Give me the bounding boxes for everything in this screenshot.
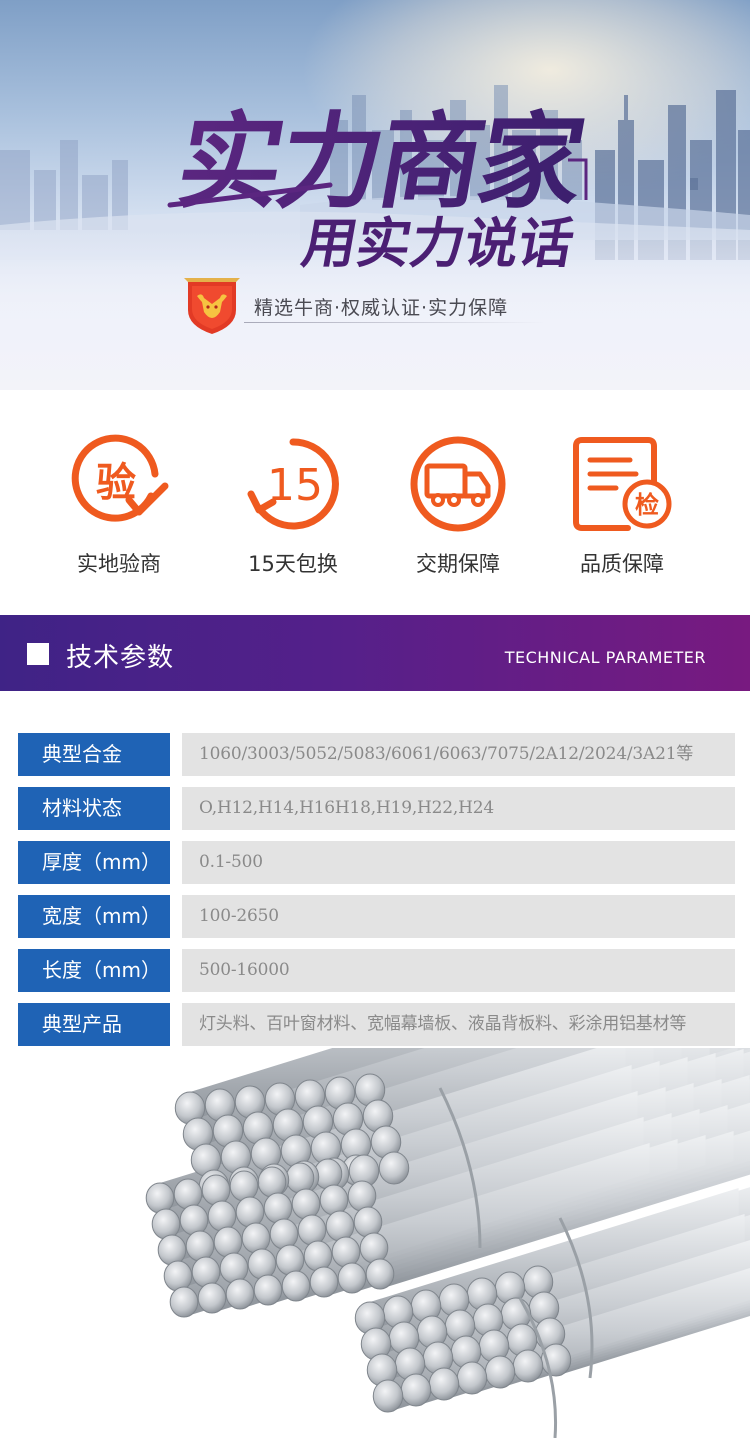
bar-end: [191, 1256, 221, 1288]
feature-item-delivery: 交期保障: [388, 434, 528, 584]
bar-end: [275, 1244, 305, 1276]
feature-label: 交期保障: [416, 552, 500, 576]
headline-secondary: 用实力说话: [298, 211, 579, 275]
spec-value: 灯头料、百叶窗材料、宽幅幕墙板、液晶背板料、彩涂用铝基材等: [182, 1003, 735, 1046]
spec-value: 0.1-500: [182, 841, 735, 884]
bar-end: [235, 1196, 265, 1228]
bar-end: [207, 1200, 237, 1232]
spec-label: 典型合金: [18, 733, 170, 776]
bar-end: [428, 1367, 460, 1401]
headline-primary: 实力商家: [169, 101, 595, 223]
feature-label: 品质保障: [580, 552, 664, 576]
spec-label: 厚度（mm）: [18, 841, 170, 884]
bar-end: [372, 1379, 404, 1413]
bar-end: [309, 1266, 339, 1298]
spec-value: 100-2650: [182, 895, 735, 938]
feature-item-exchange: 15 15天包换: [223, 434, 363, 584]
bar-end: [325, 1210, 355, 1242]
spec-row: 典型产品 灯头料、百叶窗材料、宽幅幕墙板、液晶背板料、彩涂用铝基材等: [18, 1003, 735, 1046]
spec-row: 厚度（mm） 0.1-500: [18, 841, 735, 884]
product-photo: [0, 1048, 750, 1438]
spec-label: 长度（mm）: [18, 949, 170, 992]
section-header: 技术参数 TECHNICAL PARAMETER: [0, 615, 750, 691]
spec-row: 典型合金 1060/3003/5052/5083/6061/6063/7075/…: [18, 733, 735, 776]
bar-end: [378, 1151, 410, 1185]
bar-end: [359, 1232, 389, 1264]
bar-end: [285, 1162, 315, 1194]
spec-value: 1060/3003/5052/5083/6061/6063/7075/2A12/…: [182, 733, 735, 776]
aluminum-bars-image: [145, 1048, 750, 1438]
bar-end: [247, 1248, 277, 1280]
fifteen-days-icon: 15: [247, 438, 339, 530]
feature-label: 15天包换: [248, 552, 338, 576]
inspection-doc-icon: 检: [573, 437, 672, 531]
svg-text:15: 15: [267, 460, 323, 511]
bar-end: [257, 1166, 287, 1198]
bar-end: [197, 1282, 227, 1314]
spec-label: 典型产品: [18, 1003, 170, 1046]
feature-item-verify: 验 实地验商: [49, 434, 189, 584]
bar-end: [163, 1260, 193, 1292]
spec-value: 500-16000: [182, 949, 735, 992]
bar-end: [229, 1170, 259, 1202]
spec-value: O,H12,H14,H16H18,H19,H22,H24: [182, 787, 735, 830]
bar-end: [145, 1182, 175, 1214]
section-title: 技术参数: [66, 643, 175, 673]
bar-end: [173, 1178, 203, 1210]
bar-end: [253, 1274, 283, 1306]
spec-label: 材料状态: [18, 787, 170, 830]
bar-end: [456, 1361, 488, 1395]
spec-row: 宽度（mm） 100-2650: [18, 895, 735, 938]
slogan-text: 精选牛商·权威认证·实力保障: [254, 297, 509, 319]
section-square-icon: [27, 643, 49, 665]
bar-end: [297, 1214, 327, 1246]
svg-text:验: 验: [96, 460, 136, 506]
bar-end: [319, 1184, 349, 1216]
spec-row: 材料状态 O,H12,H14,H16H18,H19,H22,H24: [18, 787, 735, 830]
bar-end: [151, 1208, 181, 1240]
bar-end: [225, 1278, 255, 1310]
service-features: 验 实地验商 15 15天包换 交期保障 检 品质保障: [0, 390, 750, 615]
feature-item-quality: 检 品质保障: [552, 434, 692, 584]
bar-end: [269, 1218, 299, 1250]
bar-end: [291, 1188, 321, 1220]
bar-end: [331, 1236, 361, 1268]
spec-row: 长度（mm） 500-16000: [18, 949, 735, 992]
bar-end: [213, 1226, 243, 1258]
feature-label: 实地验商: [77, 552, 161, 576]
bar-end: [263, 1192, 293, 1224]
bar-end: [241, 1222, 271, 1254]
verify-icon: 验: [71, 434, 169, 522]
bar-end: [185, 1230, 215, 1262]
bar-end: [169, 1286, 199, 1318]
product-detail-page: 实力商家 用实力说话 精选牛商·权威认证·实力保障 验 实地验商 15 15天包…: [0, 0, 750, 1438]
bar-end: [157, 1234, 187, 1266]
bar-end: [347, 1180, 377, 1212]
bar-end: [400, 1373, 432, 1407]
bar-end: [303, 1240, 333, 1272]
bull-shield-icon: [184, 278, 240, 334]
hero-banner: 实力商家 用实力说话 精选牛商·权威认证·实力保障: [0, 0, 750, 390]
truck-icon: [410, 436, 506, 532]
svg-text:检: 检: [635, 491, 659, 519]
section-subtitle: TECHNICAL PARAMETER: [504, 648, 706, 667]
bar-end: [353, 1206, 383, 1238]
bar-end: [219, 1252, 249, 1284]
spec-table: 典型合金 1060/3003/5052/5083/6061/6063/7075/…: [18, 733, 735, 1057]
bar-end: [281, 1270, 311, 1302]
bar-end: [337, 1262, 367, 1294]
slogan-bar: 精选牛商·权威认证·实力保障: [182, 276, 562, 336]
bar-end: [512, 1349, 544, 1383]
bar-end: [365, 1258, 395, 1290]
bar-end: [179, 1204, 209, 1236]
bar-end: [484, 1355, 516, 1389]
spec-label: 宽度（mm）: [18, 895, 170, 938]
bar-end: [201, 1174, 231, 1206]
